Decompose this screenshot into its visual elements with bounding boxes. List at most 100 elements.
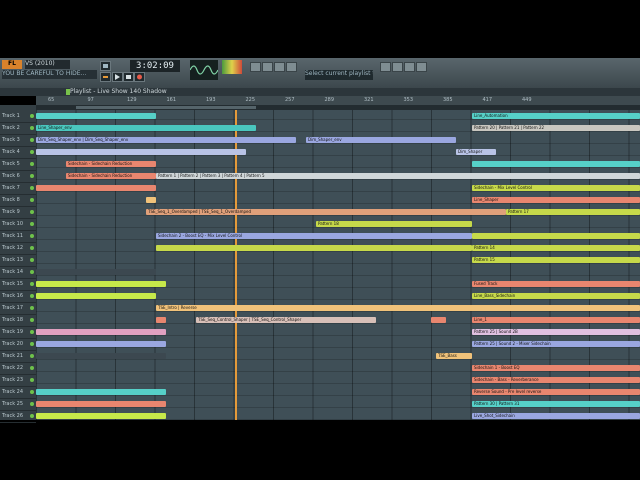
- playlist-clip[interactable]: [156, 317, 166, 323]
- tool-button-8[interactable]: [416, 62, 427, 72]
- playlist-clip[interactable]: TSE_Bass: [436, 353, 472, 359]
- mute-indicator-icon[interactable]: [30, 318, 34, 322]
- pattern-mode-button[interactable]: [100, 61, 111, 71]
- playlist-clip[interactable]: Dim_Shaper: [456, 149, 496, 155]
- playlist-clip[interactable]: [36, 185, 156, 191]
- playlist-clip[interactable]: Line_Automation: [472, 113, 640, 119]
- playlist-clip[interactable]: [36, 149, 246, 155]
- mute-indicator-icon[interactable]: [30, 258, 34, 262]
- playlist-clip[interactable]: Sidechain - Sidechain Reduction: [66, 173, 156, 179]
- playlist-clip[interactable]: [431, 317, 446, 323]
- stop-button[interactable]: [123, 72, 134, 82]
- playlist-clip[interactable]: [36, 353, 166, 359]
- playlist-clip[interactable]: Pattern 25 | Sound 2 - Mixer Sidechain: [472, 341, 640, 347]
- tool-button-4[interactable]: [286, 62, 297, 72]
- playlist-clip[interactable]: Dim_Shaper_env: [306, 137, 456, 143]
- playlist-clip[interactable]: Sidechain 1 - Boost EQ: [472, 365, 640, 371]
- playlist-clip[interactable]: Pattern 18: [316, 221, 472, 227]
- mute-indicator-icon[interactable]: [30, 210, 34, 214]
- mute-indicator-icon[interactable]: [30, 402, 34, 406]
- mute-indicator-icon[interactable]: [30, 126, 34, 130]
- playlist-clip[interactable]: [36, 401, 166, 407]
- playlist-clip[interactable]: Fused Track: [472, 281, 640, 287]
- mute-indicator-icon[interactable]: [30, 306, 34, 310]
- tool-button-5[interactable]: [380, 62, 391, 72]
- playlist-clip[interactable]: [36, 293, 156, 299]
- mute-indicator-icon[interactable]: [30, 330, 34, 334]
- playlist-clip[interactable]: Line_1: [472, 317, 640, 323]
- pattern-icon: [103, 64, 108, 68]
- playlist-clip[interactable]: Pattern 25 | Sound 2B: [472, 329, 640, 335]
- playlist-clip[interactable]: [36, 341, 166, 347]
- mute-indicator-icon[interactable]: [30, 138, 34, 142]
- playlist-clip[interactable]: TSE_Seq_Control_Shaper | TSE_Seq_Control…: [196, 317, 376, 323]
- playlist-clip[interactable]: [36, 269, 156, 275]
- toolbar: FL VS (2010) YOU BE CAREFUL TO HIDE... 3…: [0, 58, 640, 89]
- tool-button-6[interactable]: [392, 62, 403, 72]
- playlist-clip[interactable]: Live_Shot_Sidechain: [472, 413, 640, 419]
- mute-indicator-icon[interactable]: [30, 246, 34, 250]
- time-display[interactable]: 3:02:09: [130, 60, 180, 72]
- playlist-clip[interactable]: Dim_Seq_Shaper_env | Dim_Seq_Shaper_env: [36, 137, 296, 143]
- playlist-clip[interactable]: [146, 197, 156, 203]
- tool-button-2[interactable]: [262, 62, 273, 72]
- playlist-clip[interactable]: Pattern 20 | Pattern 21 | Pattern 22: [472, 125, 640, 131]
- playlist-clip[interactable]: Pattern 14: [472, 245, 640, 251]
- song-mode-button[interactable]: [100, 72, 111, 82]
- playlist-clip[interactable]: [156, 245, 472, 251]
- playlist-clip[interactable]: TSE_Seq_1_Overdamped | TSE_Seq_1_Overdam…: [146, 209, 506, 215]
- tool-button-1[interactable]: [250, 62, 261, 72]
- mute-indicator-icon[interactable]: [30, 378, 34, 382]
- playlist-clip[interactable]: [36, 389, 166, 395]
- mute-indicator-icon[interactable]: [30, 414, 34, 418]
- mute-indicator-icon[interactable]: [30, 390, 34, 394]
- mute-indicator-icon[interactable]: [30, 162, 34, 166]
- track-header[interactable]: Track 26: [0, 410, 36, 423]
- mute-indicator-icon[interactable]: [30, 114, 34, 118]
- mute-indicator-icon[interactable]: [30, 150, 34, 154]
- playlist-clip[interactable]: [36, 113, 156, 119]
- mute-indicator-icon[interactable]: [30, 354, 34, 358]
- playlist-clip[interactable]: Line_Bass_Sidechain: [472, 293, 640, 299]
- playlist-clip[interactable]: Pattern 30 | Pattern 31: [472, 401, 640, 407]
- playlist-clip[interactable]: Pattern 15: [472, 257, 640, 263]
- playlist-grid[interactable]: Line_Automation Line_Shaper_env Pattern 20…: [36, 110, 640, 420]
- playlist-clip[interactable]: [472, 161, 640, 167]
- playlist-clip[interactable]: [472, 233, 640, 239]
- record-button[interactable]: [134, 72, 145, 82]
- playlist-clip[interactable]: Sidechain - Sidechain Reduction: [66, 161, 156, 167]
- playlist-clip[interactable]: Pattern 17: [506, 209, 640, 215]
- mute-indicator-icon[interactable]: [30, 270, 34, 274]
- mute-indicator-icon[interactable]: [30, 282, 34, 286]
- scrollbar-thumb[interactable]: [76, 106, 256, 109]
- playlist-clip[interactable]: Sidechain 2 - Boost EQ - Mix Level Contr…: [156, 233, 472, 239]
- mute-indicator-icon[interactable]: [30, 186, 34, 190]
- mute-indicator-icon[interactable]: [30, 198, 34, 202]
- playlist-clip[interactable]: [36, 281, 166, 287]
- playlist-clip[interactable]: Line_Shaper: [472, 197, 640, 203]
- mute-indicator-icon[interactable]: [30, 342, 34, 346]
- logo[interactable]: FL: [2, 60, 22, 69]
- tool-button-7[interactable]: [404, 62, 415, 72]
- playlist-clip[interactable]: Line_Shaper_env: [36, 125, 256, 131]
- ruler-bar-number: 225: [245, 97, 256, 103]
- track-label: Track 25: [2, 401, 24, 407]
- playlist-clip[interactable]: TSE_Intro | Reverse: [156, 305, 640, 311]
- tool-button-3[interactable]: [274, 62, 285, 72]
- playlist-titlebar[interactable]: Playlist - Live Show 140 Shadow: [0, 88, 640, 96]
- track-label: Track 21: [2, 353, 24, 359]
- mute-indicator-icon[interactable]: [30, 222, 34, 226]
- track-label: Track 23: [2, 377, 24, 383]
- playlist-clip[interactable]: Reverse Sound - Pre level reverse: [472, 389, 640, 395]
- playlist-clip[interactable]: [36, 329, 166, 335]
- playlist-clip[interactable]: Sidechain - Mix Level Control: [472, 185, 640, 191]
- play-button[interactable]: [112, 72, 123, 82]
- mute-indicator-icon[interactable]: [30, 174, 34, 178]
- playhead[interactable]: [235, 110, 237, 420]
- mute-indicator-icon[interactable]: [30, 294, 34, 298]
- playlist-clip[interactable]: [36, 413, 166, 419]
- playlist-clip[interactable]: Sidechain - Bass - Reverberance: [472, 377, 640, 383]
- playlist-clip[interactable]: Pattern 1 | Pattern 2 | Pattern 3 | Patt…: [156, 173, 640, 179]
- mute-indicator-icon[interactable]: [30, 366, 34, 370]
- mute-indicator-icon[interactable]: [30, 234, 34, 238]
